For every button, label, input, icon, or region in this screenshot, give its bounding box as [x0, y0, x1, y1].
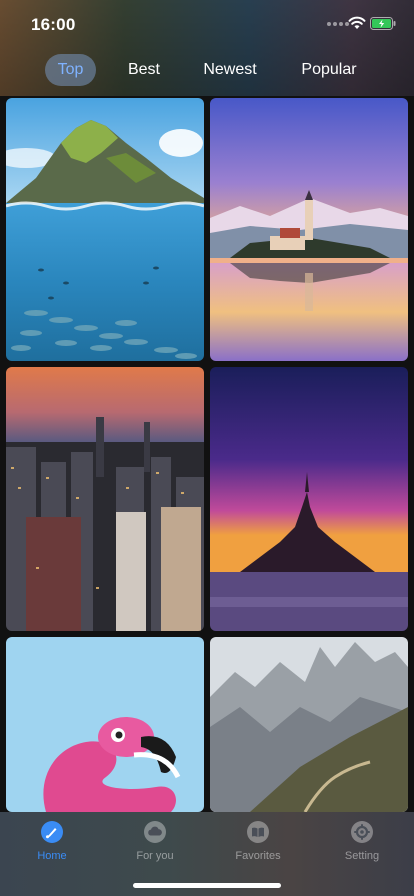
wallpaper-card-city[interactable] [6, 367, 204, 631]
tabbar-for-you[interactable]: For you [115, 820, 195, 870]
tabbar-setting-label: Setting [344, 850, 380, 862]
tab-popular[interactable]: Popular [292, 54, 366, 86]
wallpaper-card-mountains[interactable] [210, 637, 408, 812]
gear-icon [351, 821, 373, 843]
book-icon [247, 821, 269, 843]
tabbar-favorites-label: Favorites [235, 850, 281, 862]
wallpaper-image [6, 637, 204, 812]
home-brush-icon [41, 821, 63, 843]
wallpaper-image [210, 367, 408, 631]
tab-best[interactable]: Best [118, 54, 170, 86]
tabbar-for-you-label: For you [136, 850, 174, 862]
tabbar-setting[interactable]: Setting [322, 820, 402, 870]
tab-newest[interactable]: Newest [194, 54, 266, 86]
cloud-icon [144, 821, 166, 843]
tabbar-home[interactable]: Home [12, 820, 92, 870]
wallpaper-image [6, 98, 204, 361]
tabbar-home-label: Home [37, 850, 67, 862]
tab-top[interactable]: Top [45, 54, 96, 86]
wallpaper-image [210, 637, 408, 812]
status-time: 16:00 [31, 15, 76, 34]
category-tabs: Top Best Newest Popular [0, 54, 414, 86]
tabbar-favorites[interactable]: Favorites [218, 820, 298, 870]
wallpaper-grid [0, 96, 414, 812]
wallpaper-card-lake-church[interactable] [210, 98, 408, 361]
wallpaper-image [6, 367, 204, 631]
status-bar: 16:00 [0, 0, 414, 48]
battery-charging-icon [370, 17, 396, 30]
home-indicator [133, 883, 281, 888]
wifi-icon [348, 16, 366, 29]
wallpaper-card-flamingo[interactable] [6, 637, 204, 812]
cellular-signal-icon [327, 22, 349, 26]
wallpaper-image [210, 98, 408, 361]
wallpaper-card-castle[interactable] [210, 367, 408, 631]
wallpaper-card-island[interactable] [6, 98, 204, 361]
